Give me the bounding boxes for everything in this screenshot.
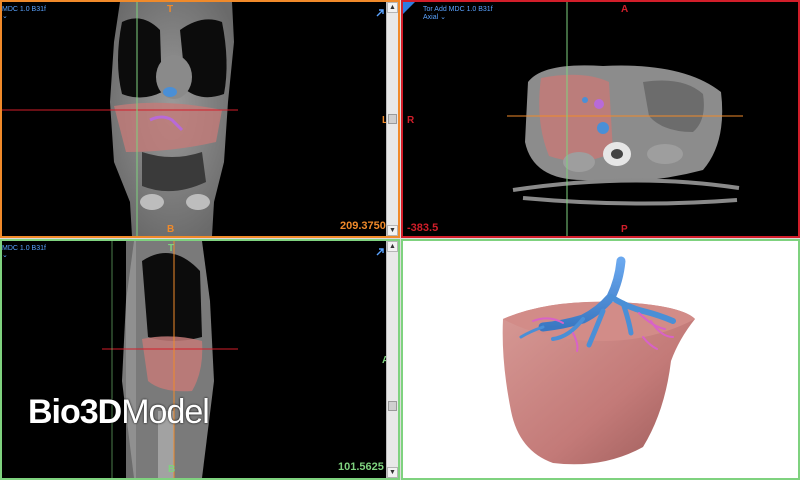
watermark-light: Model [121,393,210,431]
coronal-dropdown-icon[interactable]: ⌄ [2,13,8,21]
orientation-label-left: R [407,115,415,126]
slice-position-value: 101.5625 [338,461,384,473]
expand-viewport-icon[interactable] [375,247,385,257]
axial-plane-dropdown[interactable]: Axial ⌄ [423,14,446,22]
sagittal-series-header[interactable]: MDC 1.0 B31f [2,245,46,253]
bio3dmodel-watermark: Bio3DModel [28,393,210,432]
sagittal-scrollbar[interactable]: ▲ ▼ [386,241,398,478]
slice-position-value: -383.5 [407,222,439,234]
sagittal-viewport[interactable]: MDC 1.0 B31f ⌄ T B A 101.5625 ▲ ▼ [0,239,400,480]
coronal-scrollbar[interactable]: ▲ ▼ [386,2,398,236]
scroll-down-button[interactable]: ▼ [387,467,398,478]
scroll-up-button[interactable]: ▲ [387,241,398,252]
orientation-label-bottom: B [167,224,175,235]
scroll-down-button[interactable]: ▼ [387,225,398,236]
orientation-label-bottom: P [621,224,628,235]
axial-dropdown-icon: ⌄ [440,14,447,21]
scroll-thumb[interactable] [388,401,397,411]
scroll-thumb[interactable] [388,114,397,124]
sagittal-ct-image [102,241,238,478]
3d-render-viewport[interactable] [401,239,800,480]
orientation-label-top: T [168,243,175,254]
coronal-viewport[interactable]: MDC 1.0 B31f ⌄ T B L 209.3750 ▲ ▼ [0,0,400,238]
scroll-up-button[interactable]: ▲ [387,2,398,13]
axial-series-header[interactable]: Tor Add MDC 1.0 B31f [423,6,493,14]
liver-3d-model [502,256,695,465]
slice-position-value: 209.3750 [340,220,386,232]
viewport-active-corner-icon [403,2,415,14]
orientation-label-top: T [167,4,174,15]
axial-viewport[interactable]: Tor Add MDC 1.0 B31f Axial ⌄ A P R -383.… [401,0,800,238]
axial-ct-image [507,2,743,236]
axial-plane-label: Axial [423,14,439,21]
coronal-ct-image [2,2,238,236]
coronal-series-header[interactable]: MDC 1.0 B31f [2,6,46,14]
sagittal-dropdown-icon[interactable]: ⌄ [2,252,8,260]
watermark-bold: Bio3D [28,393,122,431]
orientation-label-bottom: B [168,464,176,475]
expand-viewport-icon[interactable] [375,8,385,18]
orientation-label-top: A [621,4,629,15]
